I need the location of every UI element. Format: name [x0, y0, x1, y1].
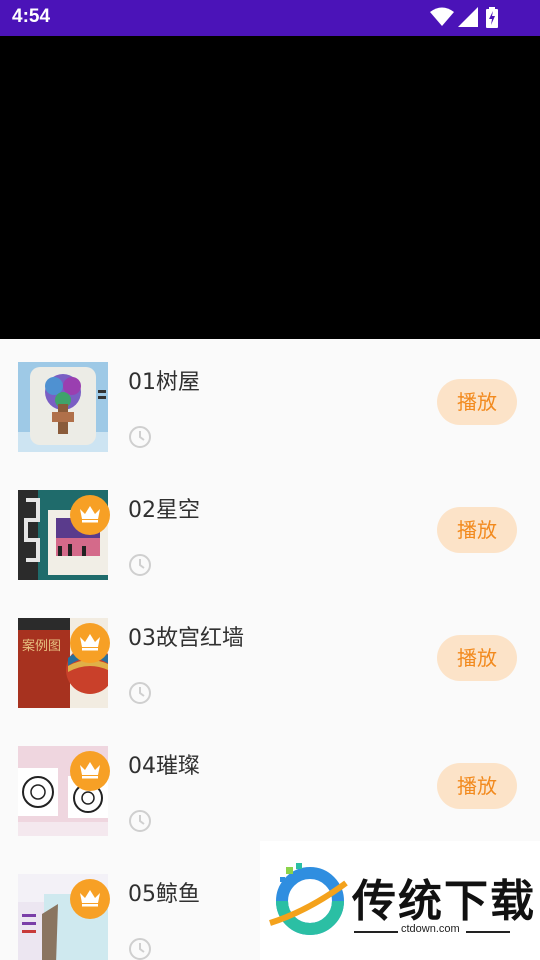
watermark-url: ctdown.com [401, 923, 460, 935]
crown-icon [80, 762, 100, 779]
lesson-title: 02星空 [128, 498, 200, 523]
vip-crown-badge [70, 495, 110, 535]
lesson-title: 05鲸鱼 [128, 882, 200, 907]
svg-text:案例图: 案例图 [22, 639, 61, 654]
clock-icon [129, 682, 151, 704]
clock-icon [129, 426, 151, 448]
list-item[interactable]: 案例图 03故宫红墙 播放 [0, 595, 540, 723]
status-bar: 4:54 [0, 0, 540, 36]
ctdown-logo-icon [269, 863, 348, 935]
video-player[interactable] [0, 36, 540, 339]
play-button[interactable]: 播放 [437, 507, 517, 553]
lesson-title: 04璀璨 [128, 754, 200, 779]
cell-signal-icon [458, 7, 478, 27]
watermark-divider [466, 931, 510, 933]
watermark-brand-name: 传统下载 [352, 876, 536, 927]
lesson-thumbnail [18, 362, 108, 452]
clock-icon [129, 938, 151, 960]
clock-icon [129, 554, 151, 576]
play-button[interactable]: 播放 [437, 379, 517, 425]
play-button[interactable]: 播放 [437, 635, 517, 681]
battery-charging-icon [486, 7, 498, 28]
watermark-divider [354, 931, 398, 933]
vip-crown-badge [70, 879, 110, 919]
list-item[interactable]: 01树屋 播放 [0, 339, 540, 467]
clock-icon [129, 810, 151, 832]
list-item[interactable]: 04璀璨 播放 [0, 723, 540, 851]
crown-icon [80, 890, 100, 907]
crown-icon [80, 634, 100, 651]
watermark-overlay: 传统下载 ctdown.com [260, 841, 540, 960]
play-button[interactable]: 播放 [437, 763, 517, 809]
vip-crown-badge [70, 751, 110, 791]
crown-icon [80, 506, 100, 523]
list-item[interactable]: 02星空 播放 [0, 467, 540, 595]
vip-crown-badge [70, 623, 110, 663]
lesson-title: 03故宫红墙 [128, 626, 244, 651]
status-time: 4:54 [12, 6, 51, 27]
lesson-title: 01树屋 [128, 370, 200, 395]
wifi-icon [430, 7, 454, 26]
